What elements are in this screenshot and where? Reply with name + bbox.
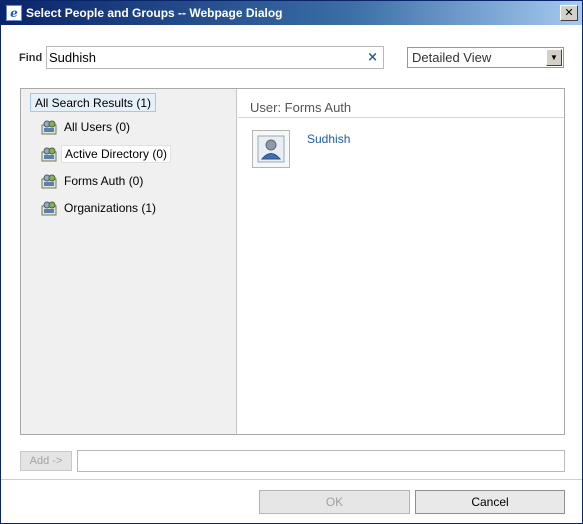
user-avatar-icon[interactable]	[252, 130, 290, 168]
ok-button[interactable]: OK	[259, 490, 410, 514]
window-title: Select People and Groups -- Webpage Dial…	[26, 6, 283, 20]
tree-item-label: Forms Auth (0)	[64, 174, 144, 188]
result-user-link[interactable]: Sudhish	[307, 132, 350, 146]
dialog-window: e Select People and Groups -- Webpage Di…	[0, 0, 583, 524]
divider	[1, 479, 582, 480]
group-header: User: Forms Auth	[250, 100, 352, 115]
directory-users-icon	[41, 173, 58, 189]
tree-item-organizations[interactable]: Organizations (1)	[41, 198, 159, 218]
directory-tree: All Search Results (1) All Users (0) Act…	[21, 89, 237, 434]
view-select[interactable]: Detailed View ▼	[407, 47, 564, 68]
tree-item-all-users[interactable]: All Users (0)	[41, 117, 133, 137]
tree-item-label: Active Directory (0)	[61, 145, 172, 163]
divider	[238, 117, 564, 118]
cancel-button[interactable]: Cancel	[415, 490, 565, 514]
find-box: ×	[46, 46, 384, 69]
add-button[interactable]: Add ->	[20, 451, 72, 471]
view-select-value: Detailed View	[412, 50, 492, 65]
chevron-down-icon[interactable]: ▼	[546, 49, 562, 66]
clear-icon[interactable]: ×	[367, 50, 378, 65]
tree-item-label: Organizations (1)	[64, 201, 157, 215]
directory-users-icon	[41, 146, 58, 162]
find-label: Find	[19, 52, 43, 64]
close-button[interactable]: ✕	[560, 5, 578, 21]
selected-users-field[interactable]	[77, 450, 565, 472]
ie-icon: e	[6, 5, 22, 21]
tree-item-all-search-results[interactable]: All Search Results (1)	[30, 93, 157, 112]
directory-users-icon	[41, 119, 58, 135]
tree-item-active-directory[interactable]: Active Directory (0)	[41, 144, 172, 164]
directory-users-icon	[41, 200, 58, 216]
tree-item-label: All Users (0)	[64, 120, 131, 134]
tree-item-forms-auth[interactable]: Forms Auth (0)	[41, 171, 146, 191]
title-bar[interactable]: e Select People and Groups -- Webpage Di…	[1, 1, 582, 25]
find-input[interactable]	[49, 49, 359, 66]
results-panel: All Search Results (1) All Users (0) Act…	[20, 88, 565, 435]
results-pane: User: Forms Auth Sudhish	[238, 89, 564, 434]
